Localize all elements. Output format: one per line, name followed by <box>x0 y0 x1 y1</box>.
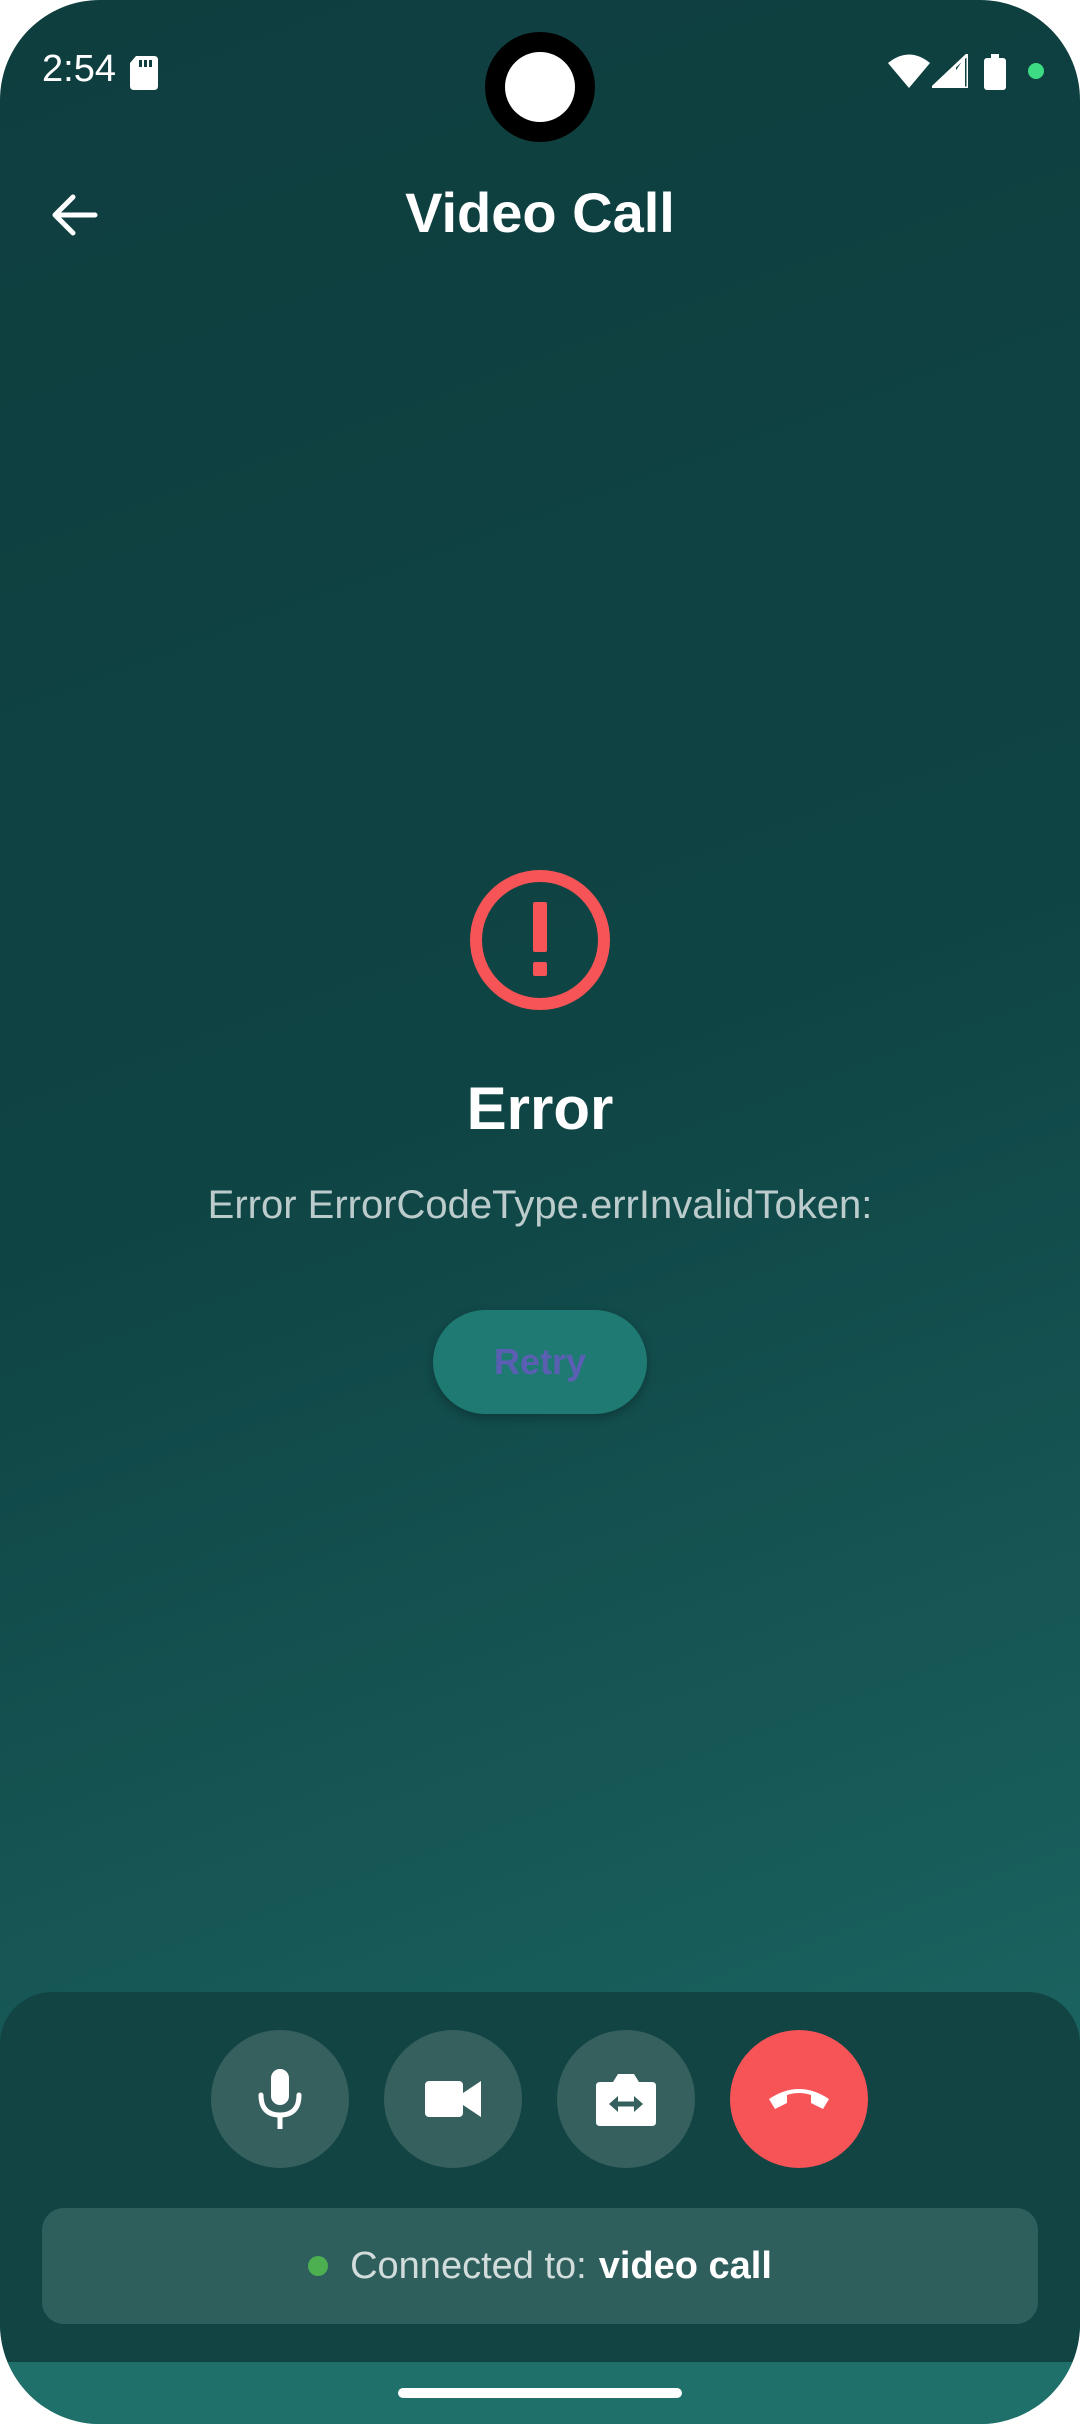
signal-icon <box>928 50 970 90</box>
videocam-icon <box>425 2081 481 2117</box>
microphone-icon <box>258 2069 302 2129</box>
page-title: Video Call <box>405 181 675 244</box>
wifi-icon <box>888 54 930 88</box>
switch-camera-icon <box>596 2074 656 2126</box>
status-time: 2:54 <box>42 48 116 90</box>
switch-camera-button[interactable] <box>557 2030 695 2168</box>
status-bar: 2:54 <box>0 0 1080 142</box>
error-message: Error ErrorCodeType.errInvalidToken: <box>207 1183 873 1227</box>
sd-card-icon <box>130 56 158 90</box>
error-title: Error <box>466 1075 614 1142</box>
end-call-button[interactable] <box>730 2030 868 2168</box>
connection-channel-name: video call <box>598 2244 772 2287</box>
connection-status-dot <box>308 2256 329 2276</box>
battery-icon <box>984 54 1006 90</box>
privacy-indicator-dot <box>1028 63 1044 79</box>
call-end-icon <box>769 2089 829 2109</box>
home-indicator[interactable] <box>398 2388 682 2398</box>
retry-button[interactable]: Retry <box>433 1310 647 1414</box>
connection-status-bar: Connected to: video call <box>42 2208 1038 2324</box>
mic-button[interactable] <box>211 2030 349 2168</box>
video-button[interactable] <box>384 2030 522 2168</box>
connection-label: Connected to: <box>350 2244 587 2287</box>
error-circle-icon <box>468 868 612 1012</box>
video-call-screen: 2:54 Video Call Error Error ErrorCodeTyp… <box>0 0 1080 2424</box>
camera-cutout <box>485 32 595 142</box>
